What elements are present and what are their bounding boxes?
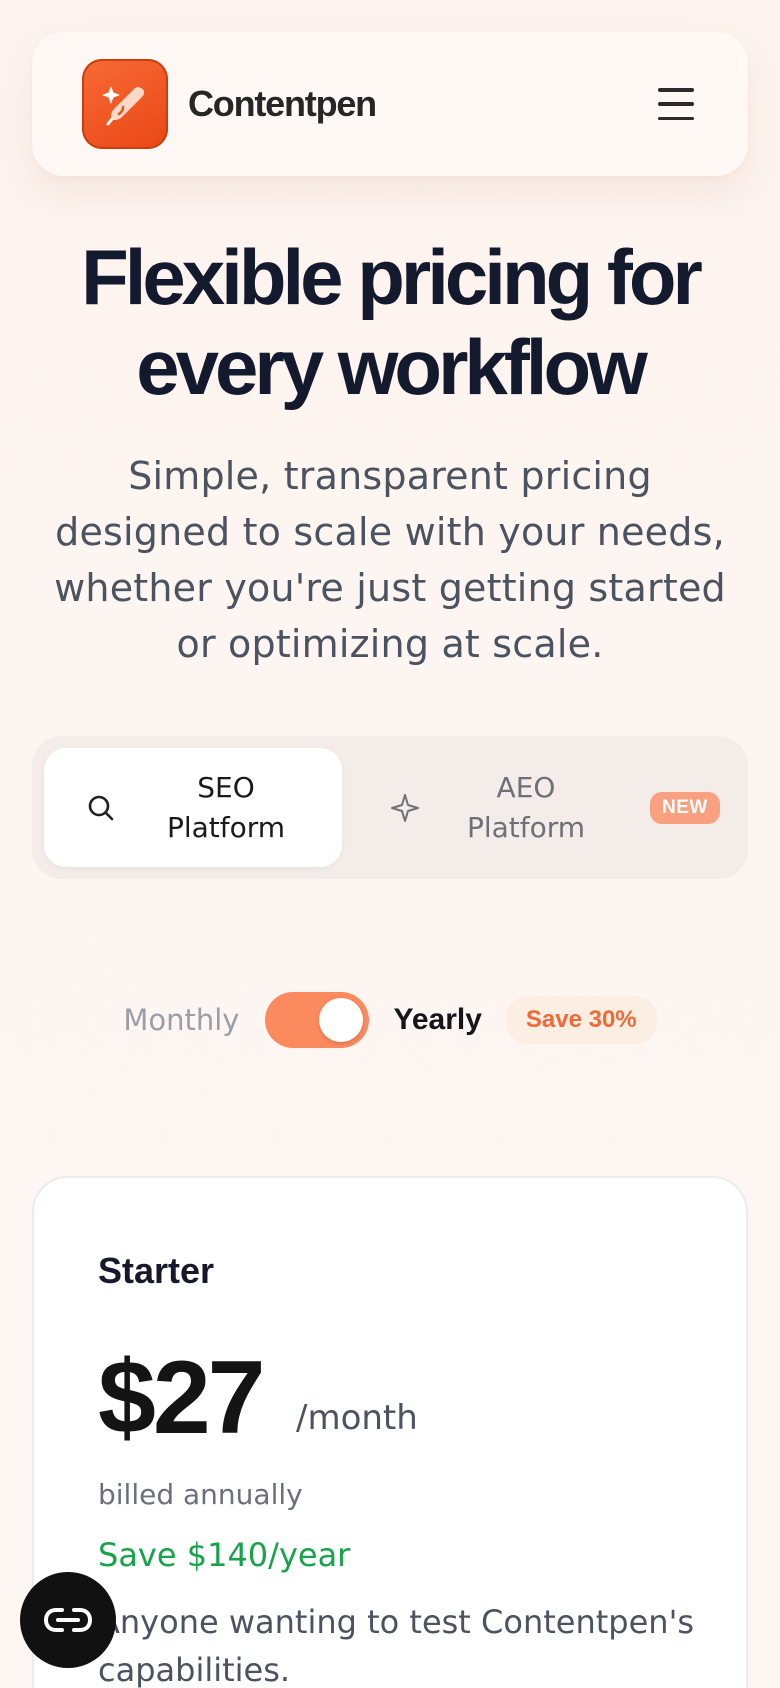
hamburger-menu-icon[interactable] (654, 82, 698, 126)
toggle-knob (319, 998, 364, 1042)
sparkle-pen-icon[interactable] (82, 59, 168, 149)
top-navbar: Contentpen (32, 32, 748, 176)
plan-name: Starter (98, 1250, 215, 1291)
tab-aeo-platform[interactable]: AEO Platform NEW (342, 748, 736, 867)
page-title: Flexible pricing for every workflow (0, 232, 780, 412)
save-badge: Save 30% (505, 996, 657, 1044)
plan-savings: Save $140/year (98, 1536, 351, 1574)
search-icon (84, 793, 118, 823)
brand-name[interactable]: Contentpen (188, 83, 377, 125)
title-line-1: Flexible pricing for (81, 233, 703, 321)
billing-monthly-label[interactable]: Monthly (123, 1003, 239, 1037)
tab-aeo-label: AEO Platform (466, 770, 586, 844)
title-line-2: every workflow (136, 323, 648, 411)
tab-seo-platform[interactable]: SEO Platform (44, 748, 342, 867)
chat-link-icon[interactable] (20, 1572, 116, 1668)
billing-toggle-row: Monthly Yearly Save 30% (0, 990, 780, 1050)
tab-seo-label: SEO Platform (166, 770, 286, 844)
page-subtitle: Simple, transparent pricing designed to … (54, 454, 726, 666)
new-badge: NEW (650, 791, 720, 824)
plan-billed-note: billed annually (98, 1478, 303, 1511)
billing-yearly-label[interactable]: Yearly (393, 1003, 481, 1037)
billing-toggle[interactable] (265, 992, 370, 1048)
plan-card-starter: Starter $27 /month billed annually Save … (32, 1176, 748, 1688)
plan-period: /month (296, 1398, 418, 1438)
platform-tabs: SEO Platform AEO Platform NEW (32, 736, 748, 879)
plan-description: Anyone wanting to test Contentpen's capa… (98, 1603, 695, 1688)
sparkle-icon (388, 793, 422, 823)
plan-price: $27 (98, 1340, 266, 1456)
